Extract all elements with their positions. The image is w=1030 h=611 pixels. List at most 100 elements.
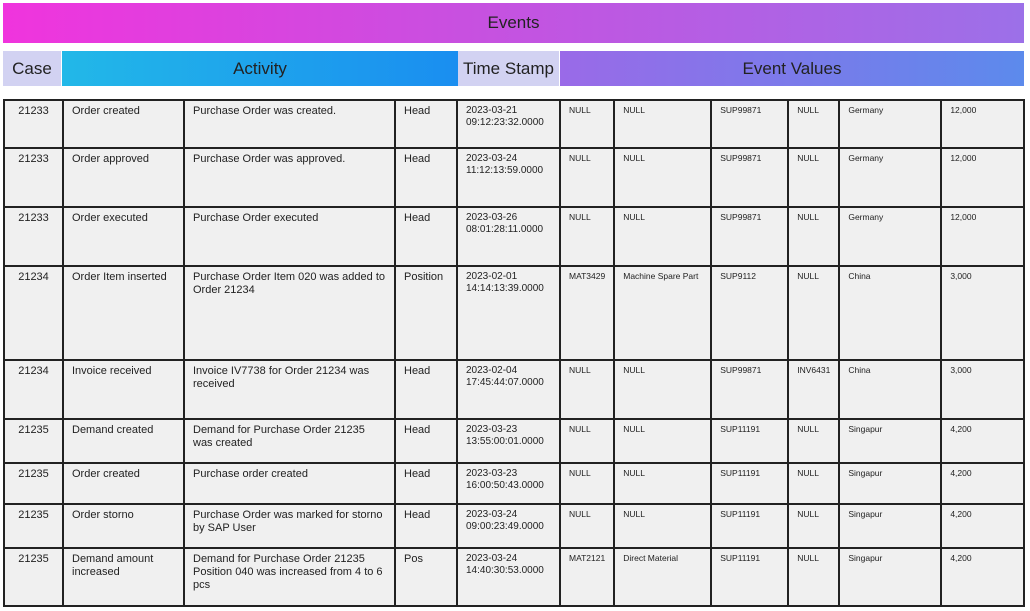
table-row: 21233 Order approved Purchase Order was ap… bbox=[3, 147, 1026, 208]
level-cell: Head bbox=[394, 418, 458, 464]
country-cell: China bbox=[838, 359, 943, 420]
country-cell: China bbox=[838, 265, 943, 361]
case-cell: 21234 bbox=[3, 265, 64, 361]
level-cell: Head bbox=[394, 147, 458, 208]
country-cell: Singapur bbox=[838, 547, 943, 607]
activity-cell: Order approved bbox=[62, 147, 185, 208]
timestamp-cell: 2023-03-24 11:12:13:59.0000 bbox=[456, 147, 561, 208]
description-cell: Purchase Order was created. bbox=[183, 99, 396, 149]
invoice-cell: NULL bbox=[787, 265, 841, 361]
table-row: 21234 Invoice received Invoice IV7738 for … bbox=[3, 359, 1026, 420]
material-cell: NULL bbox=[558, 462, 616, 505]
country-cell: Germany bbox=[838, 99, 943, 149]
table-row: 21235 Order created Purchase order created… bbox=[3, 462, 1026, 505]
activity-cell: Demand amount increased bbox=[62, 547, 185, 607]
amount-cell: 12,000 bbox=[940, 206, 1026, 267]
header-timestamp: Time Stamp bbox=[458, 51, 559, 86]
country-cell: Germany bbox=[838, 206, 943, 267]
events-table: 21233 Order created Purchase Order was cre… bbox=[3, 99, 1026, 607]
level-cell: Position bbox=[394, 265, 458, 361]
description-cell: Purchase Order Item 020 was added to Ord… bbox=[183, 265, 396, 361]
material-desc-cell: NULL bbox=[613, 206, 713, 267]
invoice-cell: NULL bbox=[787, 99, 841, 149]
amount-cell: 3,000 bbox=[940, 359, 1026, 420]
material-cell: MAT2121 bbox=[558, 547, 616, 607]
timestamp-cell: 2023-03-24 09:00:23:49.0000 bbox=[456, 503, 561, 549]
material-cell: NULL bbox=[558, 359, 616, 420]
activity-cell: Demand created bbox=[62, 418, 185, 464]
invoice-cell: NULL bbox=[787, 418, 841, 464]
table-row: 21233 Order created Purchase Order was cre… bbox=[3, 99, 1026, 149]
activity-cell: Order created bbox=[62, 99, 185, 149]
material-desc-cell: NULL bbox=[613, 503, 713, 549]
activity-cell: Order Item inserted bbox=[62, 265, 185, 361]
material-desc-cell: Direct Material bbox=[613, 547, 713, 607]
material-desc-cell: NULL bbox=[613, 147, 713, 208]
table-row: 21233 Order executed Purchase Order execut… bbox=[3, 206, 1026, 267]
table-row: 21235 Order storno Purchase Order was mark… bbox=[3, 503, 1026, 549]
timestamp-cell: 2023-02-01 14:14:13:39.0000 bbox=[456, 265, 561, 361]
material-desc-cell: NULL bbox=[613, 359, 713, 420]
header-case: Case bbox=[3, 51, 61, 86]
country-cell: Singapur bbox=[838, 503, 943, 549]
case-cell: 21235 bbox=[3, 462, 64, 505]
amount-cell: 4,200 bbox=[940, 462, 1026, 505]
case-cell: 21233 bbox=[3, 99, 64, 149]
invoice-cell: INV6431 bbox=[787, 359, 841, 420]
level-cell: Head bbox=[394, 99, 458, 149]
country-cell: Singapur bbox=[838, 418, 943, 464]
material-cell: NULL bbox=[558, 147, 616, 208]
invoice-cell: NULL bbox=[787, 147, 841, 208]
supplier-cell: SUP11191 bbox=[710, 503, 790, 549]
amount-cell: 4,200 bbox=[940, 418, 1026, 464]
table-row: 21234 Order Item inserted Purchase Order I… bbox=[3, 265, 1026, 361]
amount-cell: 4,200 bbox=[940, 547, 1026, 607]
supplier-cell: SUP11191 bbox=[710, 547, 790, 607]
timestamp-cell: 2023-03-26 08:01:28:11.0000 bbox=[456, 206, 561, 267]
description-cell: Purchase Order was approved. bbox=[183, 147, 396, 208]
case-cell: 21233 bbox=[3, 147, 64, 208]
activity-cell: Order storno bbox=[62, 503, 185, 549]
supplier-cell: SUP99871 bbox=[710, 206, 790, 267]
description-cell: Invoice IV7738 for Order 21234 was recei… bbox=[183, 359, 396, 420]
material-cell: NULL bbox=[558, 418, 616, 464]
header-activity: Activity bbox=[62, 51, 458, 86]
description-cell: Demand for Purchase Order 21235 Position… bbox=[183, 547, 396, 607]
case-cell: 21234 bbox=[3, 359, 64, 420]
amount-cell: 12,000 bbox=[940, 147, 1026, 208]
case-cell: 21235 bbox=[3, 547, 64, 607]
country-cell: Germany bbox=[838, 147, 943, 208]
invoice-cell: NULL bbox=[787, 206, 841, 267]
activity-cell: Invoice received bbox=[62, 359, 185, 420]
description-cell: Purchase Order was marked for storno by … bbox=[183, 503, 396, 549]
amount-cell: 3,000 bbox=[940, 265, 1026, 361]
country-cell: Singapur bbox=[838, 462, 943, 505]
events-title: Events bbox=[3, 3, 1024, 43]
timestamp-cell: 2023-03-24 14:40:30:53.0000 bbox=[456, 547, 561, 607]
level-cell: Head bbox=[394, 503, 458, 549]
material-cell: MAT3429 bbox=[558, 265, 616, 361]
activity-cell: Order created bbox=[62, 462, 185, 505]
description-cell: Demand for Purchase Order 21235 was crea… bbox=[183, 418, 396, 464]
level-cell: Head bbox=[394, 206, 458, 267]
material-desc-cell: NULL bbox=[613, 99, 713, 149]
timestamp-cell: 2023-02-04 17:45:44:07.0000 bbox=[456, 359, 561, 420]
material-desc-cell: NULL bbox=[613, 462, 713, 505]
supplier-cell: SUP99871 bbox=[710, 147, 790, 208]
activity-cell: Order executed bbox=[62, 206, 185, 267]
header-event-values: Event Values bbox=[560, 51, 1024, 86]
description-cell: Purchase Order executed bbox=[183, 206, 396, 267]
supplier-cell: SUP11191 bbox=[710, 462, 790, 505]
amount-cell: 12,000 bbox=[940, 99, 1026, 149]
case-cell: 21235 bbox=[3, 418, 64, 464]
invoice-cell: NULL bbox=[787, 547, 841, 607]
table-row: 21235 Demand amount increased Demand for P… bbox=[3, 547, 1026, 607]
material-cell: NULL bbox=[558, 206, 616, 267]
invoice-cell: NULL bbox=[787, 462, 841, 505]
supplier-cell: SUP9112 bbox=[710, 265, 790, 361]
timestamp-cell: 2023-03-23 13:55:00:01.0000 bbox=[456, 418, 561, 464]
table-row: 21235 Demand created Demand for Purchase O… bbox=[3, 418, 1026, 464]
amount-cell: 4,200 bbox=[940, 503, 1026, 549]
supplier-cell: SUP99871 bbox=[710, 359, 790, 420]
level-cell: Pos bbox=[394, 547, 458, 607]
